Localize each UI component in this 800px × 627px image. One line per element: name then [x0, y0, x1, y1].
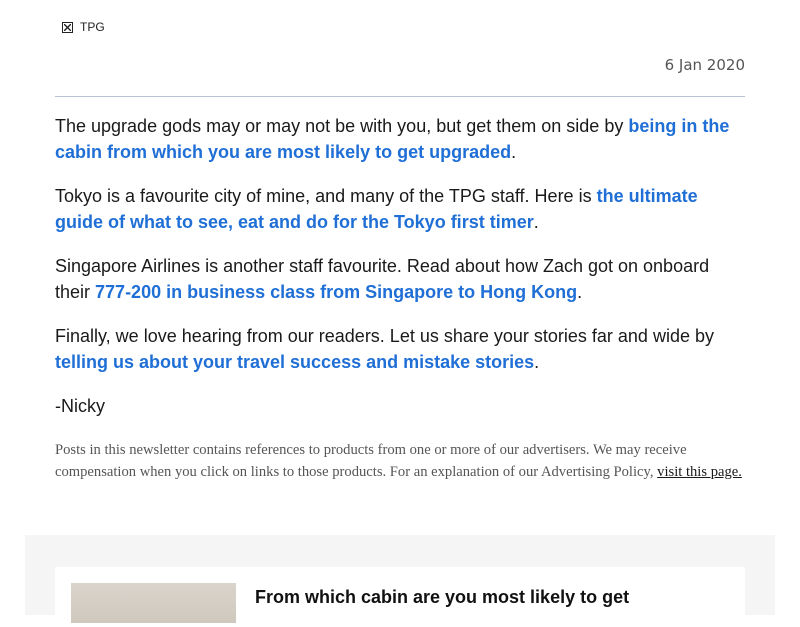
paragraph-upgrade: The upgrade gods may or may not be with … [55, 116, 730, 162]
divider [55, 96, 745, 97]
advertiser-disclaimer: Posts in this newsletter contains refere… [55, 442, 742, 480]
paragraph-readers: Finally, we love hearing from our reader… [55, 326, 714, 372]
article-title[interactable]: From which cabin are you most likely to … [255, 587, 629, 608]
article-thumbnail[interactable] [71, 583, 236, 623]
brand-label: TPG [80, 20, 105, 34]
article-card[interactable]: From which cabin are you most likely to … [55, 567, 745, 627]
broken-image-icon [62, 21, 73, 33]
signoff: -Nicky [55, 396, 105, 416]
brand-header: TPG [62, 20, 105, 34]
paragraph-singapore: Singapore Airlines is another staff favo… [55, 256, 710, 302]
newsletter-date: 6 Jan 2020 [664, 56, 745, 74]
paragraph-tokyo: Tokyo is a favourite city of mine, and m… [55, 186, 698, 232]
link-777-business-review[interactable]: 777-200 in business class from Singapore… [95, 282, 577, 302]
link-advertising-policy[interactable]: visit this page. [657, 464, 742, 480]
newsletter-body: The upgrade gods may or may not be with … [55, 113, 745, 437]
link-reader-stories[interactable]: telling us about your travel success and… [55, 352, 534, 372]
